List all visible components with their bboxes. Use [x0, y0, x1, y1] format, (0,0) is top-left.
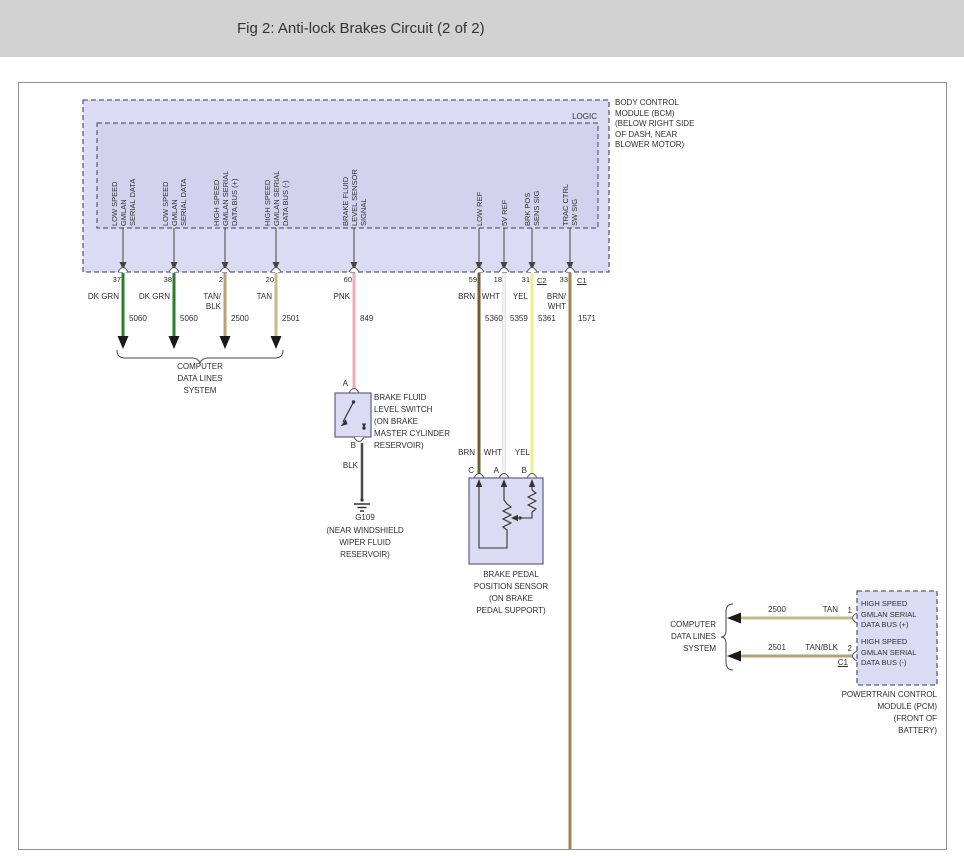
bcm-pin-33-number: 33: [559, 275, 568, 284]
switch-pin-a-label: A: [342, 379, 348, 388]
ground-location-label: (NEAR WINDSHIELD WIPER FLUID RESERVOIR): [326, 526, 404, 559]
sensor-pin-b-label: B: [521, 466, 527, 475]
circuit-849: 849: [360, 314, 374, 323]
bcm-pin-18-number: 18: [493, 275, 502, 284]
wire-37-color-label: DK GRN: [87, 292, 119, 301]
bcm-pin-38-number: 38: [163, 275, 172, 284]
pcm-group-brace: [720, 603, 734, 671]
sensor-wire-yel-label: YEL: [514, 448, 530, 457]
bcm-pin-60-function: BRAKE FLUID LEVEL SENSOR SIGNAL: [340, 169, 368, 226]
pcm-wire2-color-label: TAN/BLK: [805, 643, 838, 652]
bcm-pin-38-function: LOW SPEED GMLAN SERIAL DATA: [160, 178, 188, 226]
bcm-pin-20-function: HIGH SPEED GMLAN SERIAL DATA BUS (-): [262, 170, 290, 226]
data-line-arrowheads: [117, 336, 282, 349]
bcm-pin-31-function: BRK POS SENS SIG: [523, 190, 541, 226]
pcm-wire1-color-label: TAN: [822, 605, 838, 614]
bcm-pin-37-number: 37: [112, 275, 121, 284]
pcm-connector-c1-label: C1: [837, 658, 848, 667]
pcm-pin-2-function: HIGH SPEED GMLAN SERIAL DATA BUS (-): [861, 637, 917, 667]
bcm-connector-c2-label: C2: [537, 276, 547, 285]
wire-38-color-label: DK GRN: [138, 292, 170, 301]
pcm-pin-2-number: 2: [847, 644, 852, 653]
wire-20-color-label: TAN: [256, 292, 272, 301]
pcm-pin-1-number: 1: [847, 606, 852, 615]
circuit-5360: 5360: [485, 314, 503, 323]
circuit-5359: 5359: [510, 314, 528, 323]
bcm-pin-33-function: TRAC CTRL SW SIG: [561, 183, 579, 226]
pcm-circuit-2501: 2501: [768, 643, 786, 652]
wire-33-color-label: BRN/ WHT: [546, 292, 566, 311]
bcm-pin-2-number: 2: [218, 275, 223, 284]
switch-top-bump: [348, 388, 360, 394]
pcm-pin-1-function: HIGH SPEED GMLAN SERIAL DATA BUS (+): [861, 599, 917, 629]
bcm-pin-20-number: 20: [265, 275, 274, 284]
fluid-switch-name: BRAKE FLUID LEVEL SWITCH (ON BRAKE MASTE…: [374, 393, 451, 450]
circuit-2501: 2501: [282, 314, 300, 323]
bcm-pin-60-number: 60: [343, 275, 352, 284]
ground-id-label: G109: [355, 513, 375, 522]
wire-blk-color-label: BLK: [342, 461, 358, 470]
sensor-pin-c-label: C: [468, 466, 474, 475]
sensor-pin-a-label: A: [493, 466, 499, 475]
circuit-2500: 2500: [231, 314, 249, 323]
pcm-connector-bumps: [852, 612, 858, 662]
bcm-pin-2-function: HIGH SPEED GMLAN SERIAL DATA BUS (+): [211, 170, 239, 226]
diagram-page: Fig 2: Anti-lock Brakes Circuit (2 of 2): [0, 0, 964, 856]
bcm-pin-59-number: 59: [468, 275, 477, 284]
ground-symbol: [354, 498, 370, 512]
wire-2-color-label: TAN/ BLK: [203, 292, 221, 311]
pcm-circuit-2500: 2500: [768, 605, 786, 614]
pcm-wire-arrowheads: [727, 612, 741, 662]
bcm-name-label: BODY CONTROL MODULE (BCM) (BELOW RIGHT S…: [615, 98, 695, 149]
wire-31-color-label: YEL: [512, 292, 528, 301]
bcm-logic-label: LOGIC: [572, 112, 597, 121]
bcm-connector-c1-label: C1: [577, 276, 587, 285]
circuit-1571: 1571: [578, 314, 596, 323]
sensor-wire-wht-label: WHT: [483, 448, 502, 457]
fluid-switch-box: [334, 392, 372, 438]
wire-60-color-label: PNK: [333, 292, 350, 301]
circuit-5060-a: 5060: [129, 314, 147, 323]
circuit-5060-b: 5060: [180, 314, 198, 323]
pcm-group-label: COMPUTER DATA LINES SYSTEM: [670, 620, 716, 653]
bcm-pin-31-number: 31: [521, 275, 530, 284]
bcm-pin-18-function: 5V REF: [499, 199, 509, 226]
pcm-name-label: POWERTRAIN CONTROL MODULE (PCM) (FRONT O…: [841, 690, 937, 735]
sensor-top-bumps: [473, 473, 538, 479]
switch-pin-b-label: B: [350, 441, 356, 450]
bcm-pin-59-function: LOW REF: [474, 191, 484, 226]
computer-data-lines-label: COMPUTER DATA LINES SYSTEM: [177, 362, 223, 395]
circuit-5361: 5361: [538, 314, 556, 323]
bcm-pin-37-function: LOW SPEED GMLAN SERIAL DATA: [109, 178, 137, 226]
sensor-wire-brn-label: BRN: [458, 448, 475, 457]
pedal-sensor-name: BRAKE PEDAL POSITION SENSOR (ON BRAKE PE…: [473, 570, 549, 615]
